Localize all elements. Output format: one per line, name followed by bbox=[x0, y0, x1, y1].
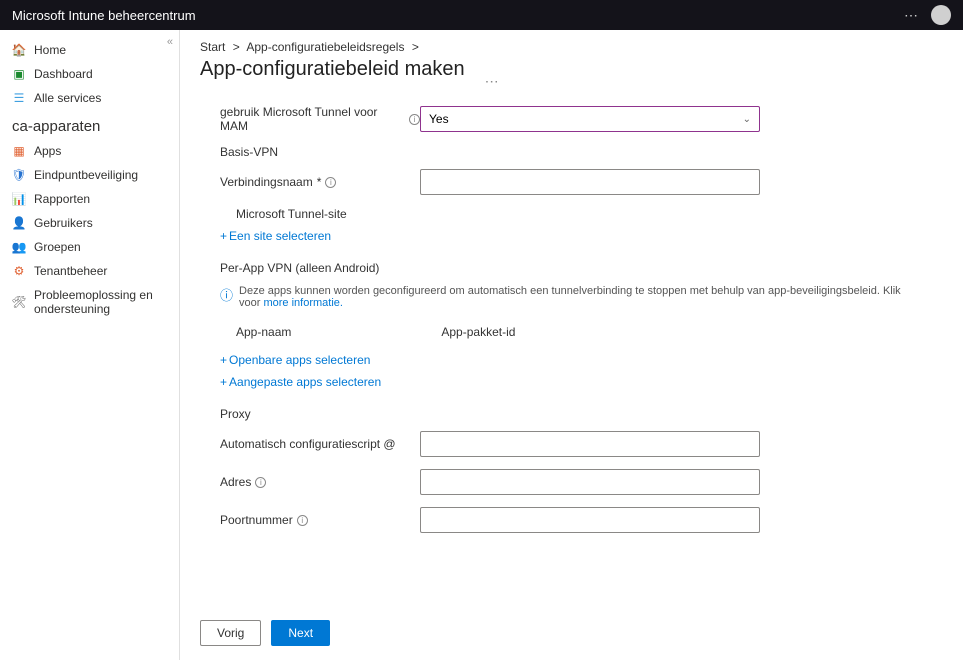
app-title: Microsoft Intune beheercentrum bbox=[12, 8, 196, 23]
proxy-heading: Proxy bbox=[220, 407, 940, 421]
sidebar-item-label: Apps bbox=[34, 144, 61, 158]
more-info-link[interactable]: more informatie. bbox=[263, 297, 342, 309]
sidebar: « 🏠 Home ▣ Dashboard ☰ Alle services ca-… bbox=[0, 30, 180, 660]
info-solid-icon: ⓘ bbox=[220, 285, 233, 309]
apps-icon: ▦ bbox=[12, 144, 26, 158]
col-app-name: App-naam bbox=[236, 325, 291, 339]
tunnel-site-label: Microsoft Tunnel-site bbox=[236, 207, 940, 221]
sidebar-item-services[interactable]: ☰ Alle services bbox=[0, 86, 179, 110]
info-icon[interactable]: i bbox=[325, 177, 336, 188]
sidebar-item-tenant[interactable]: ⚙ Tenantbeheer bbox=[0, 259, 179, 283]
sidebar-item-label: Gebruikers bbox=[34, 216, 93, 230]
user-icon: 👤 bbox=[12, 216, 26, 230]
dashboard-icon: ▣ bbox=[12, 67, 26, 81]
services-icon: ☰ bbox=[12, 91, 26, 105]
reports-icon: 📊 bbox=[12, 192, 26, 206]
sidebar-item-endpoint[interactable]: 🛡 Eindpuntbeveiliging bbox=[0, 163, 179, 187]
breadcrumb-item[interactable]: App-configuratiebeleidsregels bbox=[246, 40, 404, 54]
sidebar-item-home[interactable]: 🏠 Home bbox=[0, 38, 179, 62]
breadcrumb-sep: > bbox=[412, 40, 419, 54]
plus-icon: + bbox=[220, 375, 227, 389]
basic-vpn-heading: Basis-VPN bbox=[220, 145, 940, 159]
tunnel-label: gebruik Microsoft Tunnel voor MAM bbox=[220, 105, 405, 133]
select-custom-apps-link[interactable]: Aangepaste apps selecteren bbox=[229, 375, 381, 389]
sidebar-item-label: Dashboard bbox=[34, 67, 93, 81]
tunnel-select[interactable]: Yes ⌄ bbox=[420, 106, 760, 132]
connection-name-input[interactable] bbox=[420, 169, 760, 195]
top-bar: Microsoft Intune beheercentrum ⋯ bbox=[0, 0, 963, 30]
select-public-apps-link[interactable]: Openbare apps selecteren bbox=[229, 353, 370, 367]
page-title: App-configuratiebeleid maken bbox=[200, 58, 465, 81]
app-table-header: App-naam App-pakket-id bbox=[220, 321, 940, 343]
avatar[interactable] bbox=[931, 5, 951, 25]
select-site-link[interactable]: Een site selecteren bbox=[229, 229, 331, 243]
sidebar-item-label: Probleemoplossing en ondersteuning bbox=[34, 288, 167, 316]
main-content: Start > App-configuratiebeleidsregels > … bbox=[180, 30, 963, 660]
col-app-package: App-pakket-id bbox=[441, 325, 515, 339]
sidebar-item-apps[interactable]: ▦ Apps bbox=[0, 139, 179, 163]
sidebar-item-label: Groepen bbox=[34, 240, 81, 254]
chevron-down-icon: ⌄ bbox=[743, 114, 751, 125]
sidebar-section-title: ca-apparaten bbox=[0, 110, 179, 139]
breadcrumb-sep: > bbox=[233, 40, 240, 54]
address-input[interactable] bbox=[420, 469, 760, 495]
previous-button[interactable]: Vorig bbox=[200, 620, 261, 646]
sidebar-item-label: Tenantbeheer bbox=[34, 264, 107, 278]
sidebar-item-label: Home bbox=[34, 43, 66, 57]
sidebar-item-users[interactable]: 👤 Gebruikers bbox=[0, 211, 179, 235]
info-icon[interactable]: i bbox=[297, 515, 308, 526]
sidebar-item-reports[interactable]: 📊 Rapporten bbox=[0, 187, 179, 211]
info-banner: ⓘ Deze apps kunnen worden geconfigureerd… bbox=[220, 285, 940, 309]
sidebar-item-label: Eindpuntbeveiliging bbox=[34, 168, 138, 182]
address-label: Adres bbox=[220, 475, 251, 489]
tunnel-value: Yes bbox=[429, 112, 449, 126]
group-icon: 👥 bbox=[12, 240, 26, 254]
sidebar-item-troubleshoot[interactable]: 🛠 Probleemoplossing en ondersteuning bbox=[0, 283, 179, 321]
info-icon[interactable]: i bbox=[255, 477, 266, 488]
sidebar-item-label: Rapporten bbox=[34, 192, 90, 206]
breadcrumb-item[interactable]: Start bbox=[200, 40, 225, 54]
shield-icon: 🛡 bbox=[12, 168, 26, 182]
collapse-icon[interactable]: « bbox=[167, 36, 173, 48]
topbar-more-icon[interactable]: ⋯ bbox=[904, 7, 919, 24]
sidebar-item-label: Alle services bbox=[34, 91, 101, 105]
footer-actions: Vorig Next bbox=[200, 620, 330, 646]
sidebar-item-dashboard[interactable]: ▣ Dashboard bbox=[0, 62, 179, 86]
next-button[interactable]: Next bbox=[271, 620, 330, 646]
port-label: Poortnummer bbox=[220, 513, 293, 527]
sidebar-item-groups[interactable]: 👥 Groepen bbox=[0, 235, 179, 259]
info-icon[interactable]: i bbox=[409, 114, 420, 125]
auto-script-label: Automatisch configuratiescript @ bbox=[220, 437, 420, 451]
auto-script-input[interactable] bbox=[420, 431, 760, 457]
tenant-icon: ⚙ bbox=[12, 264, 26, 278]
plus-icon: + bbox=[220, 229, 227, 243]
breadcrumb: Start > App-configuratiebeleidsregels > bbox=[200, 40, 943, 54]
home-icon: 🏠 bbox=[12, 43, 26, 57]
port-input[interactable] bbox=[420, 507, 760, 533]
conn-label: Verbindingsnaam bbox=[220, 175, 313, 189]
wrench-icon: 🛠 bbox=[12, 295, 26, 309]
per-app-heading: Per-App VPN (alleen Android) bbox=[220, 261, 940, 275]
page-more-icon[interactable]: ⋯ bbox=[485, 73, 499, 90]
plus-icon: + bbox=[220, 353, 227, 367]
